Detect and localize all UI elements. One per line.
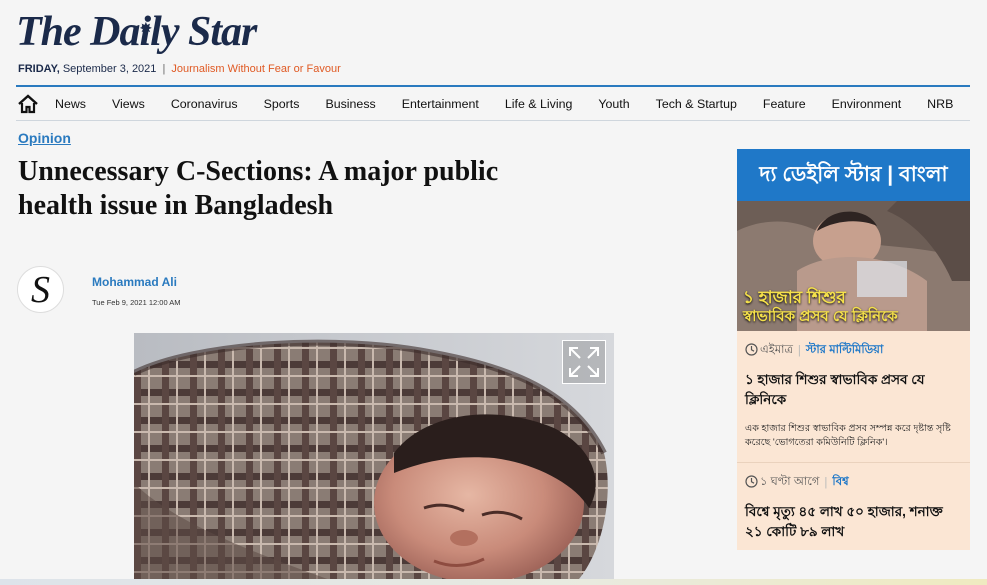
nav-item-tech-startup[interactable]: Tech & Startup	[656, 97, 737, 111]
article-category-link[interactable]: Opinion	[18, 130, 71, 146]
story-description: এক হাজার শিশুর স্বাভাবিক প্রসব সম্পন্ন ক…	[745, 423, 951, 448]
story-category[interactable]: বিশ্ব	[832, 473, 848, 492]
dateline-separator: |	[162, 63, 166, 75]
nav-item-feature[interactable]: Feature	[763, 97, 806, 111]
nav-item-entertainment[interactable]: Entertainment	[402, 97, 479, 111]
publish-date: Tue Feb 9, 2021 12:00 AM	[92, 298, 181, 307]
bottom-banner-strip	[0, 579, 987, 585]
date-day: FRIDAY,	[18, 63, 60, 75]
nav-item-nrb[interactable]: NRB	[927, 97, 953, 111]
story-meta: ১ ঘণ্টা আগে | বিশ্ব	[745, 473, 962, 492]
promo-line-2: স্বাভাবিক প্রসব যে ক্লিনিকে	[743, 308, 898, 325]
nav-item-news[interactable]: News	[55, 97, 86, 111]
date-rest: September 3, 2021	[62, 63, 157, 75]
home-icon[interactable]	[17, 93, 41, 114]
story-time: এইমাত্র	[760, 344, 793, 356]
nav-item-youth[interactable]: Youth	[598, 97, 629, 111]
logo-text: The Daily Star	[16, 9, 257, 55]
clock-icon	[745, 342, 758, 359]
story-meta: এইমাত্র | স্টার মাল্টিমিডিয়া	[745, 341, 962, 360]
dateline: FRIDAY, September 3, 2021 | Journalism W…	[18, 63, 341, 75]
clock-icon	[745, 474, 758, 491]
nav-item-business[interactable]: Business	[325, 97, 375, 111]
sidebar-story[interactable]: ১ ঘণ্টা আগে | বিশ্ব বিশ্বে মৃত্যু ৪৫ লাখ…	[737, 463, 970, 554]
story-time: ১ ঘণ্টা আগে	[760, 476, 820, 488]
site-logo[interactable]: The Daily Star ✵	[16, 6, 266, 58]
sidebar-feature-image[interactable]: ১ হাজার শিশুর স্বাভাবিক প্রসব যে ক্লিনিক…	[737, 201, 970, 331]
tagline: Journalism Without Fear or Favour	[171, 63, 341, 75]
story-title[interactable]: ১ হাজার শিশুর স্বাভাবিক প্রসব যে ক্লিনিক…	[745, 370, 962, 410]
author-avatar[interactable]: S	[17, 266, 64, 313]
main-nav: News Views Coronavirus Sports Business E…	[16, 85, 970, 121]
sidebar-story[interactable]: এইমাত্র | স্টার মাল্টিমিডিয়া ১ হাজার শি…	[737, 331, 970, 463]
article-headline: Unnecessary C-Sections: A major public h…	[18, 156, 499, 221]
nav-item-sports[interactable]: Sports	[264, 97, 300, 111]
nav-item-coronavirus[interactable]: Coronavirus	[171, 97, 238, 111]
bangla-header[interactable]: দ্য ডেইলি স্টার | বাংলা	[737, 149, 970, 201]
meta-divider: |	[824, 476, 828, 489]
bangla-sidebar-widget: দ্য ডেইলি স্টার | বাংলা ১ হাজার শিশুর স্…	[737, 149, 970, 550]
article-hero-image[interactable]	[134, 333, 614, 585]
nav-item-environment[interactable]: Environment	[832, 97, 902, 111]
meta-divider: |	[797, 344, 801, 357]
expand-icon[interactable]	[562, 340, 606, 384]
author-name-link[interactable]: Mohammad Ali	[92, 275, 177, 289]
newborn-photo	[134, 333, 614, 585]
nav-item-life-living[interactable]: Life & Living	[505, 97, 573, 111]
story-title[interactable]: বিশ্বে মৃত্যু ৪৫ লাখ ৫০ হাজার, শনাক্ত ২১…	[745, 502, 962, 542]
nav-item-views[interactable]: Views	[112, 97, 145, 111]
story-category[interactable]: স্টার মাল্টিমিডিয়া	[806, 341, 883, 360]
logo-star-icon: ✵	[140, 22, 152, 37]
